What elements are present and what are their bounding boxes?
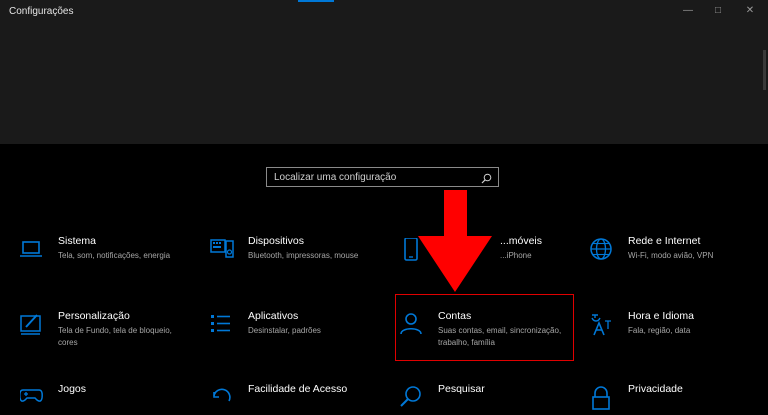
apps-list-icon (210, 313, 234, 337)
search-box[interactable] (266, 167, 499, 187)
maximize-button[interactable]: □ (708, 3, 728, 19)
tile-label: Aplicativos (248, 310, 299, 322)
search-input[interactable] (267, 168, 472, 186)
header-banner (0, 22, 768, 144)
minimize-button[interactable]: — (678, 3, 698, 19)
tile-description: Fala, região, data (628, 326, 691, 335)
title-bar: Configurações — □ ✕ (0, 0, 768, 22)
tile-description: Desinstalar, padrões (248, 326, 321, 335)
tile-label: ...móveis (500, 235, 543, 247)
accent-indicator (298, 0, 334, 2)
tile-label: Rede e Internet (628, 235, 701, 247)
globe-icon (590, 238, 614, 262)
keyboard-icon (210, 238, 234, 262)
window-title: Configurações (9, 6, 74, 17)
scrollbar[interactable] (763, 50, 766, 90)
language-icon (590, 313, 614, 337)
laptop-icon (20, 238, 44, 262)
accessibility-icon (210, 386, 234, 410)
search-icon (400, 386, 424, 410)
tile-label: Pesquisar (438, 383, 485, 395)
tile-description: Bluetooth, impressoras, mouse (248, 251, 359, 260)
tile-description: Tela, som, notificações, energia (58, 251, 171, 260)
paint-icon (20, 313, 44, 337)
tile-label: Personalização (58, 310, 130, 322)
tile-description: Tela de Fundo, tela de bloqueio, cores (58, 326, 172, 347)
tile-label: Facilidade de Acesso (248, 383, 348, 395)
tile-label: Sistema (58, 235, 96, 247)
close-button[interactable]: ✕ (740, 3, 760, 19)
tile-label: Dispositivos (248, 235, 305, 247)
tile-label: Privacidade (628, 383, 683, 395)
gamepad-icon (19, 386, 44, 410)
tile-label: Hora e Idioma (628, 310, 694, 322)
search-icon[interactable] (481, 171, 492, 189)
down-arrow-annotation (418, 190, 492, 292)
tile-label: Jogos (58, 383, 87, 395)
tile-description: Wi-Fi, modo avião, VPN (628, 251, 714, 260)
highlight-box (395, 294, 574, 361)
lock-icon (590, 386, 614, 410)
